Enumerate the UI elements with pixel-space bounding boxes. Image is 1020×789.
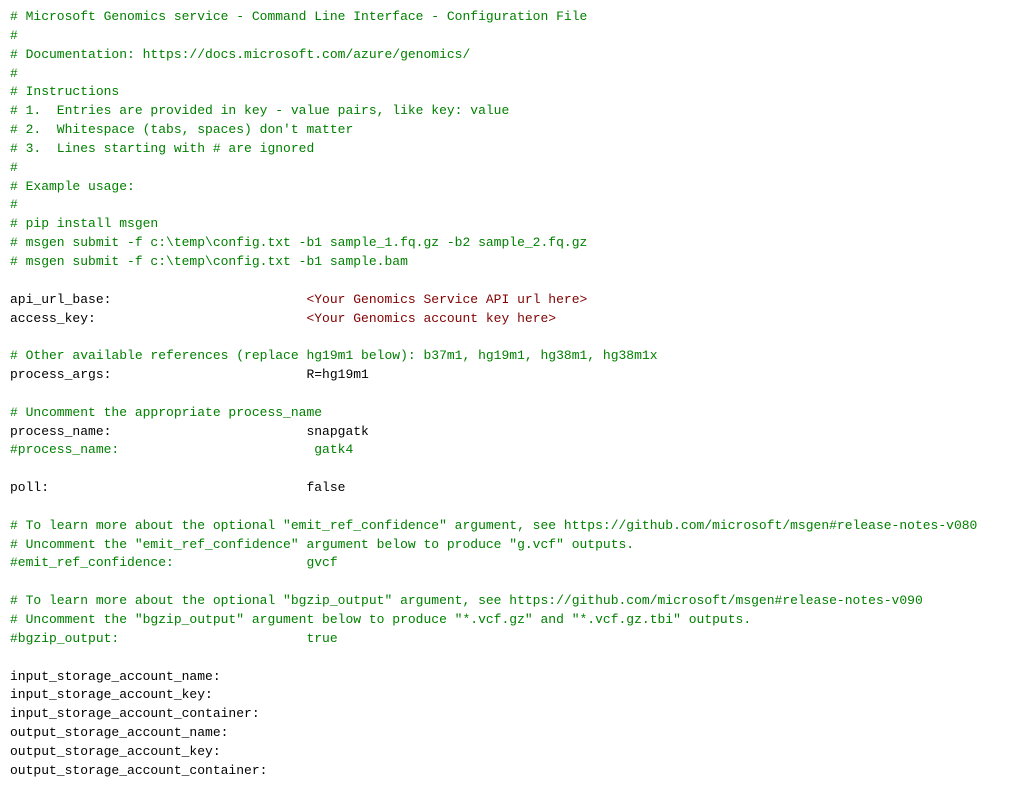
editor-container: # Microsoft Genomics service - Command L… (10, 8, 1010, 781)
line-34: #bgzip_output: true (10, 631, 338, 646)
line-8: # 3. Lines starting with # are ignored (10, 141, 314, 156)
code-content: # Microsoft Genomics service - Command L… (10, 8, 1010, 781)
line-6: # 1. Entries are provided in key - value… (10, 103, 509, 118)
line-24: #process_name: gatk4 (10, 442, 353, 457)
line-22: # Uncomment the appropriate process_name (10, 405, 322, 420)
line-26: poll: false (10, 480, 345, 495)
line-12: # pip install msgen (10, 216, 158, 231)
line-13: # msgen submit -f c:\temp\config.txt -b1… (10, 235, 587, 250)
line-3: # Documentation: https://docs.microsoft.… (10, 47, 470, 62)
line-40: output_storage_account_key: (10, 744, 221, 759)
line-41: output_storage_account_container: (10, 763, 267, 778)
line-10: # Example usage: (10, 179, 135, 194)
line-30: #emit_ref_confidence: gvcf (10, 555, 338, 570)
line-39: output_storage_account_name: (10, 725, 228, 740)
line-28: # To learn more about the optional "emit… (10, 518, 977, 533)
line-14: # msgen submit -f c:\temp\config.txt -b1… (10, 254, 408, 269)
line-16: api_url_base: <Your Genomics Service API… (10, 292, 587, 307)
line-32: # To learn more about the optional "bgzi… (10, 593, 923, 608)
line-1: # Microsoft Genomics service - Command L… (10, 9, 587, 24)
line-11: # (10, 197, 18, 212)
line-23: process_name: snapgatk (10, 424, 369, 439)
line-5: # Instructions (10, 84, 119, 99)
line-20: process_args: R=hg19m1 (10, 367, 369, 382)
line-9: # (10, 160, 18, 175)
line-2: # (10, 28, 18, 43)
line-7: # 2. Whitespace (tabs, spaces) don't mat… (10, 122, 353, 137)
line-37: input_storage_account_key: (10, 687, 213, 702)
line-4: # (10, 66, 18, 81)
line-33: # Uncomment the "bgzip_output" argument … (10, 612, 751, 627)
line-19: # Other available references (replace hg… (10, 348, 658, 363)
line-36: input_storage_account_name: (10, 669, 221, 684)
line-38: input_storage_account_container: (10, 706, 260, 721)
line-17: access_key: <Your Genomics account key h… (10, 311, 556, 326)
line-29: # Uncomment the "emit_ref_confidence" ar… (10, 537, 634, 552)
